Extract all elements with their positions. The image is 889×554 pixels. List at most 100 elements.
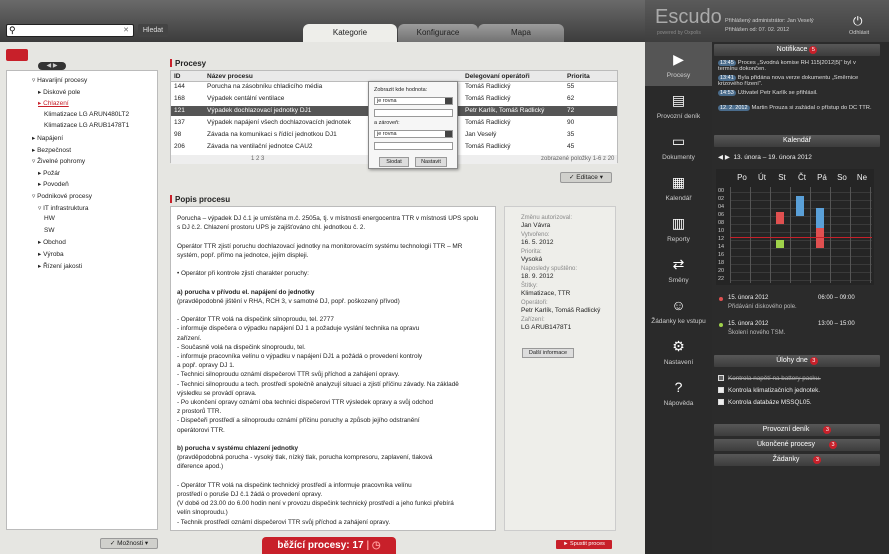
col-id[interactable]: ID [171,71,201,82]
more-info-button[interactable]: Další informace [522,348,574,358]
notifications-header[interactable]: Notifikace 5 [714,44,880,56]
tree-item[interactable]: Klimatizace LG ARUB1478T1 [44,122,129,129]
dock-nápověda[interactable]: ? Nápověda [645,370,712,414]
filter-operator-2[interactable]: je rovna [374,130,453,138]
search-button[interactable]: Hledat [138,24,168,37]
calendar-hour: 10 [718,228,725,234]
tree-item[interactable]: HW [44,215,55,222]
brand-name: Escudo [655,6,722,28]
cell-name: Výpadek dochlazovací jednotky DJ1 [207,107,312,114]
tree-item[interactable]: ▿ Podnikové procesy [32,192,92,200]
tree-item[interactable]: ▸ Výroba [38,250,64,258]
filter-apply-button[interactable]: Siodat [379,157,409,167]
moznosti-button[interactable]: ✓ Možnosti ▾ [100,538,158,549]
col-operators[interactable]: Delegovaní operátoři [461,71,561,82]
calendar-event-bar[interactable] [796,196,804,216]
filter-reset-button[interactable]: Nastavit [415,157,447,167]
notification-text: Proces „Svodná komise RH 115|2012|5|“ by… [718,60,856,72]
dock-dokumenty[interactable]: ▭ Dokumenty [645,124,712,168]
tab-kategorie[interactable]: Kategorie [303,24,397,42]
cal-next-icon[interactable]: ▶ [725,154,730,161]
filter-value-2[interactable] [374,142,453,150]
tasks-header[interactable]: Úlohy dne 3 [714,355,880,367]
tasks-count: 3 [809,357,818,365]
dock-nastavení[interactable]: ⚙ Nastavení [645,329,712,373]
meta-value: Vysoká [521,256,543,263]
dock-procesy[interactable]: ▶ Procesy [645,42,712,86]
calendar-colline [790,187,791,283]
tab-mapa[interactable]: Mapa [478,24,564,42]
calendar-hour: 22 [718,276,725,282]
cell-operators: Tomáš Radlický [465,119,511,126]
notification-item[interactable]: 13:45 Proces „Svodná komise RH 115|2012|5… [718,60,876,72]
pagination[interactable]: 1 2 3 [251,155,264,164]
task-item[interactable]: Kontrola napětí na battery packu. [718,375,821,382]
tree-pager[interactable]: ◀ ▶ [38,62,66,70]
tree-item[interactable]: ▸ Chlazení [38,99,69,107]
clear-search-icon[interactable]: ✕ [123,26,129,34]
cell-operators: Tomáš Radlický [465,83,511,90]
edit-button[interactable]: ✓ Editace ▾ [560,172,612,183]
dock-žádanky-ke-vstupu[interactable]: ☺ Žádanky ke vstupu [645,288,712,332]
cell-id: 98 [174,131,182,138]
task-checkbox[interactable] [718,399,724,405]
category-tag[interactable] [6,49,28,61]
procesy-icon: ▶ [673,51,684,67]
cal-prev-icon[interactable]: ◀ [718,154,723,161]
cell-priority: 35 [567,131,575,138]
task-item[interactable]: Kontrola databáze MSSQL05. [718,399,812,406]
tree-item[interactable]: ▸ Povodeň [38,180,69,188]
tree-item[interactable]: ▸ Obchod [38,238,66,246]
notification-item[interactable]: 14:53 Uživatel Petr Karlík se přihlásil. [718,90,876,96]
tree-item[interactable]: ▸ Bezpečnost [32,146,71,154]
filter-value-1[interactable] [374,109,453,117]
logout-link[interactable]: Odhlásit [849,30,869,36]
calendar-event-bar[interactable] [816,208,824,228]
tree-item[interactable]: ▸ Diskové pole [38,88,80,96]
tab-konfigurace[interactable]: Konfigurace [398,24,478,42]
running-processes[interactable]: běžící procesy: 17 | ◷ [262,537,396,554]
calendar-event-bar[interactable] [776,212,784,224]
search-icon: ⚲ [9,25,16,35]
start-process-button[interactable]: ► Spustit proces [556,540,612,549]
collapsed-ukončené-procesy[interactable]: Ukončené procesy 3 [714,439,880,451]
description-line: (V době od 23.00 do 6.00 hodin není v pr… [177,500,454,508]
meta-key: Naposledy spuštěno: [521,266,578,272]
description-line: - Technik prostředí oznámí dispečerovi T… [177,518,391,526]
description-line: systém, popř. přímo na jednotce, jejím d… [177,251,309,259]
task-checkbox[interactable] [718,375,724,381]
cell-priority: 90 [567,119,575,126]
tree-item[interactable]: ▿ IT infrastruktura [38,204,88,212]
notification-item[interactable]: 12. 2. 2012 Martin Prouza si zažádal o př… [718,105,876,111]
event-date[interactable]: 15. února 2012 [728,295,768,301]
tree-item[interactable]: ▸ Napájení [32,134,63,142]
calendar-event-bar[interactable] [776,240,784,248]
task-item[interactable]: Kontrola klimatizačních jednotek. [718,387,820,394]
cell-operators: Jan Veselý [465,131,497,138]
tree-item[interactable]: ▿ Živelné pohromy [32,157,85,165]
cell-priority: 45 [567,143,575,150]
tree-item[interactable]: ▿ Havarijní procesy [32,76,87,84]
dock-reporty[interactable]: ▥ Reporty [645,206,712,250]
calendar-range: ◀ ▶ 13. února – 19. února 2012 [718,153,812,161]
description-line: operátorovi TTR. [177,426,225,434]
dock-provozní-deník[interactable]: ▤ Provozní deník [645,83,712,127]
collapsed-žádanky[interactable]: Žádanky 3 [714,454,880,466]
event-date[interactable]: 15. února 2012 [728,321,768,327]
tree-item[interactable]: ▸ Požár [38,169,60,177]
search-input[interactable]: ⚲ ✕ [6,24,134,37]
calendar-header[interactable]: Kalendář [714,135,880,147]
task-checkbox[interactable] [718,387,724,393]
dock-směny[interactable]: ⇄ Směny [645,247,712,291]
cell-operators: Tomáš Radlický [465,95,511,102]
col-priority[interactable]: Priorita [561,71,617,82]
dock-kalendář[interactable]: ▦ Kalendář [645,165,712,209]
power-icon[interactable]: ⏻ [853,14,863,29]
tree-item[interactable]: Klimatizace LG ARUN480LT2 [44,111,129,118]
process-meta: Změnu autorizoval: Jan Vávra Vytvořeno: 16.… [504,206,616,531]
tree-item[interactable]: ▸ Řízení jakosti [38,262,82,270]
notification-item[interactable]: 13:41 Byla přidána nova verze dokumentu „… [718,75,876,87]
filter-operator-1[interactable]: je rovna [374,97,453,105]
tree-item[interactable]: SW [44,227,54,234]
collapsed-provozní-deník[interactable]: Provozní deník 3 [714,424,880,436]
